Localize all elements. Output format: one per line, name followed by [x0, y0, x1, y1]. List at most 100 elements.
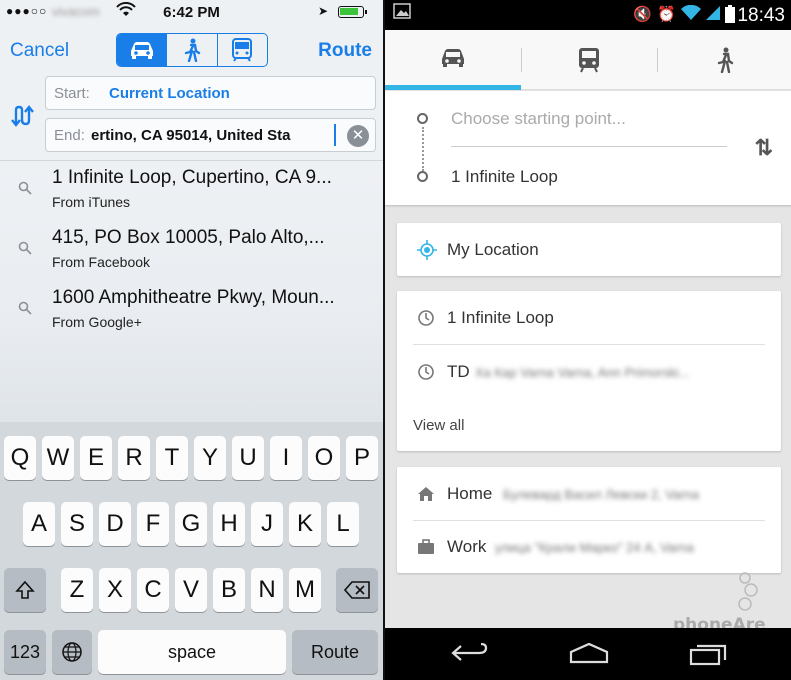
start-marker-icon: [417, 113, 428, 124]
list-item[interactable]: 1 Infinite Loop: [397, 291, 781, 345]
text-cursor: [334, 124, 336, 146]
key-z[interactable]: Z: [61, 568, 93, 612]
key-b[interactable]: B: [213, 568, 245, 612]
briefcase-icon: [417, 538, 435, 561]
history-icon: [417, 309, 435, 332]
key-p[interactable]: P: [346, 436, 378, 480]
key-s[interactable]: S: [61, 502, 93, 546]
key-r[interactable]: R: [118, 436, 150, 480]
start-input[interactable]: Choose starting point...: [451, 109, 626, 129]
list-item[interactable]: Work улица "Крали Марко" 24 А, Varna: [397, 520, 781, 573]
home-label: Home: [447, 484, 493, 503]
my-location-label: My Location: [447, 240, 539, 259]
globe-icon: [62, 642, 82, 662]
battery-icon: [725, 5, 735, 27]
my-location-row[interactable]: My Location: [397, 223, 781, 276]
numbers-key[interactable]: 123: [4, 630, 46, 674]
divider: [451, 146, 727, 147]
view-all-link[interactable]: View all: [413, 417, 464, 434]
key-h[interactable]: H: [213, 502, 245, 546]
transit-icon[interactable]: [521, 30, 657, 90]
key-j[interactable]: J: [251, 502, 283, 546]
end-field[interactable]: End: ertino, CA 95014, United Sta ✕: [45, 118, 376, 152]
key-k[interactable]: K: [289, 502, 321, 546]
key-t[interactable]: T: [156, 436, 188, 480]
home-icon: [417, 485, 435, 508]
key-n[interactable]: N: [251, 568, 283, 612]
recent-apps-icon[interactable]: [689, 642, 727, 671]
car-icon[interactable]: [385, 30, 521, 90]
home-address: Булевард Васил Левски 2, Varna: [503, 487, 700, 502]
cancel-button[interactable]: Cancel: [10, 40, 69, 62]
walk-icon[interactable]: [657, 30, 791, 90]
delete-key[interactable]: [336, 568, 378, 612]
battery-icon: [338, 6, 367, 18]
swap-endpoints-icon[interactable]: ⇅: [755, 135, 773, 161]
space-key[interactable]: space: [98, 630, 286, 674]
suggestion-source: From Google+: [52, 314, 142, 330]
key-y[interactable]: Y: [194, 436, 226, 480]
route-endpoints-card: Choose starting point... 1 Infinite Loop…: [385, 91, 791, 205]
suggestion-title: 1600 Amphitheatre Pkwy, Moun...: [52, 287, 335, 308]
key-u[interactable]: U: [232, 436, 264, 480]
key-d[interactable]: D: [99, 502, 131, 546]
recent-label: 1 Infinite Loop: [447, 308, 554, 327]
key-c[interactable]: C: [137, 568, 169, 612]
transport-mode-tabs: [385, 30, 791, 90]
android-navigation-bar: [385, 628, 791, 680]
search-icon: [18, 181, 32, 200]
route-button[interactable]: Route: [318, 40, 372, 62]
search-icon: [18, 301, 32, 320]
route-key[interactable]: Route: [292, 630, 378, 674]
back-icon[interactable]: [451, 642, 489, 669]
clear-icon[interactable]: ✕: [347, 125, 369, 147]
ios-status-bar: ●●●○○ vivacom 6:42 PM ➤: [0, 0, 383, 24]
end-label: End:: [54, 127, 85, 144]
key-l[interactable]: L: [327, 502, 359, 546]
key-x[interactable]: X: [99, 568, 131, 612]
key-w[interactable]: W: [42, 436, 74, 480]
start-value: Current Location: [109, 85, 230, 102]
route-connector: [422, 127, 424, 171]
key-g[interactable]: G: [175, 502, 207, 546]
saved-places-card: Home Булевард Васил Левски 2, Varna Work…: [397, 467, 781, 573]
list-item[interactable]: 1 Infinite Loop, Cupertino, CA 9... From…: [0, 161, 383, 219]
backspace-icon: [344, 581, 370, 599]
swap-endpoints-icon[interactable]: [10, 104, 34, 133]
suggestion-source: From Facebook: [52, 254, 151, 270]
key-q[interactable]: Q: [4, 436, 36, 480]
key-f[interactable]: F: [137, 502, 169, 546]
recent-places-card: 1 Infinite Loop TD Ха Кар Varna Varna, A…: [397, 291, 781, 451]
destination-input[interactable]: 1 Infinite Loop: [451, 167, 558, 187]
shift-key[interactable]: [4, 568, 46, 612]
globe-key[interactable]: [52, 630, 92, 674]
key-a[interactable]: A: [23, 502, 55, 546]
key-o[interactable]: O: [308, 436, 340, 480]
list-item[interactable]: 415, PO Box 10005, Palo Alto,... From Fa…: [0, 221, 383, 279]
transit-icon[interactable]: [218, 34, 267, 66]
start-field[interactable]: Start: Current Location: [45, 76, 376, 110]
key-i[interactable]: I: [270, 436, 302, 480]
history-icon: [417, 363, 435, 386]
list-item[interactable]: 1600 Amphitheatre Pkwy, Moun... From Goo…: [0, 281, 383, 339]
suggestion-title: 415, PO Box 10005, Palo Alto,...: [52, 227, 325, 248]
onscreen-keyboard: Q W E R T Y U I O P A S D F G H J K L Z …: [0, 422, 383, 680]
walk-icon[interactable]: [167, 34, 218, 66]
home-button-icon[interactable]: [569, 642, 609, 669]
destination-marker-icon: [417, 171, 428, 182]
transport-mode-segmented-control: [116, 33, 268, 67]
car-icon[interactable]: [117, 34, 168, 66]
list-item[interactable]: Home Булевард Васил Левски 2, Varna: [397, 467, 781, 520]
list-item[interactable]: TD Ха Кар Varna Varna, Ann Primorski...: [397, 345, 781, 399]
gallery-notification-icon: [393, 3, 411, 23]
mute-icon: 🔇: [633, 6, 652, 23]
key-m[interactable]: M: [289, 568, 321, 612]
work-label: Work: [447, 537, 487, 556]
key-e[interactable]: E: [80, 436, 112, 480]
my-location-icon: [417, 240, 437, 265]
clock: 18:43: [737, 5, 785, 26]
my-location-card[interactable]: My Location: [397, 223, 781, 276]
key-v[interactable]: V: [175, 568, 207, 612]
recent-label: TD: [447, 362, 470, 381]
shift-icon: [15, 580, 35, 599]
